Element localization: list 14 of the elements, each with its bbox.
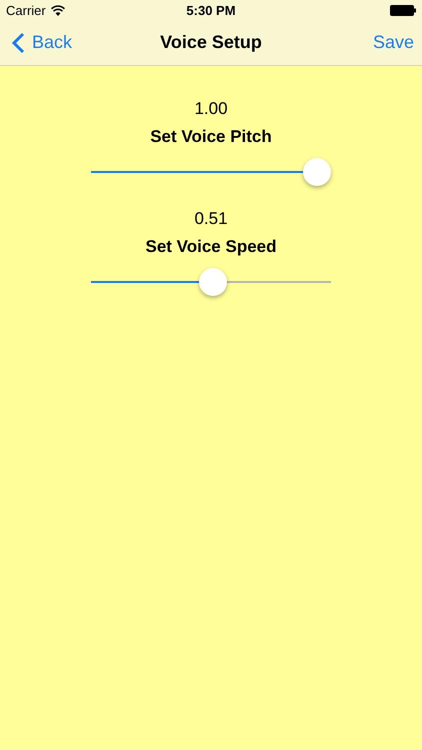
slider-label: Set Voice Pitch: [150, 126, 272, 148]
battery-icon: [390, 4, 416, 16]
save-button[interactable]: Save: [372, 32, 414, 53]
slider-thumb[interactable]: [303, 158, 331, 186]
value-label: 1.00: [194, 98, 228, 120]
chevron-icon: [12, 32, 25, 54]
slider-label: Set Voice Speed: [145, 236, 276, 258]
carrier-label: Carrier: [6, 2, 46, 18]
back-button[interactable]: Back: [12, 32, 72, 54]
screen-title: Voice Setup: [160, 32, 262, 53]
status-time: 5:30 PM: [186, 2, 236, 18]
slider-thumb[interactable]: [199, 268, 228, 296]
value-label: 0.51: [194, 208, 228, 230]
wifi-icon: [50, 4, 65, 16]
